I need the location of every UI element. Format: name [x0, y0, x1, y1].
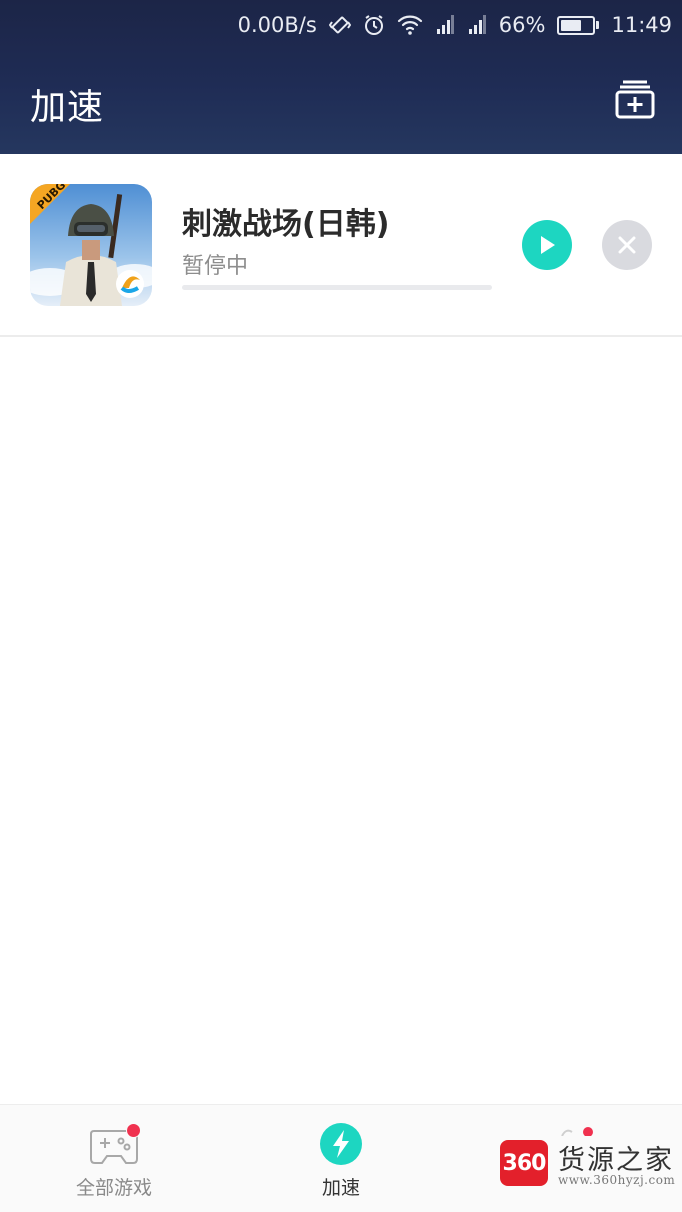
partial-tab-icon	[560, 1121, 600, 1137]
watermark-logo: 360	[500, 1140, 548, 1186]
page-title: 加速	[30, 87, 105, 128]
bolt-icon	[320, 1123, 362, 1165]
battery-icon	[557, 15, 600, 35]
remove-game-button[interactable]	[602, 220, 652, 270]
add-game-icon	[615, 80, 655, 119]
tab-label: 加速	[321, 1177, 360, 1199]
status-bar: 0.00B/s 66% 11:49	[0, 0, 682, 50]
tab-label: 全部游戏	[75, 1177, 152, 1199]
signal-icon	[467, 14, 487, 36]
watermark-url: www.360hyzj.com	[558, 1173, 676, 1187]
network-speed: 0.00B/s	[237, 13, 317, 37]
watermark-name: 货源之家	[558, 1145, 674, 1176]
play-button[interactable]	[522, 220, 572, 270]
clock: 11:49	[611, 13, 672, 37]
wifi-icon	[397, 14, 423, 36]
site-watermark: 360 货源之家 www.360hyzj.com	[500, 1138, 680, 1190]
app-header: 0.00B/s 66% 11:49 加速	[0, 0, 682, 154]
game-list-item[interactable]: PUBG 刺激战场(日韩) 暂停中	[0, 154, 682, 337]
signal-icon	[435, 14, 455, 36]
game-name: 刺激战场(日韩)	[182, 207, 390, 242]
acceleration-progress	[182, 285, 492, 290]
game-status: 暂停中	[182, 254, 249, 279]
battery-percent: 66%	[498, 13, 546, 37]
play-icon	[541, 236, 555, 254]
notification-badge	[126, 1123, 141, 1138]
game-icon: PUBG	[30, 184, 152, 306]
alarm-icon	[363, 14, 385, 36]
tab-all-games[interactable]: 全部游戏	[14, 1105, 214, 1212]
add-game-button[interactable]	[612, 76, 658, 122]
tab-accelerate[interactable]: 加速	[241, 1105, 441, 1212]
vibrate-icon	[328, 14, 351, 36]
close-icon	[618, 236, 636, 254]
